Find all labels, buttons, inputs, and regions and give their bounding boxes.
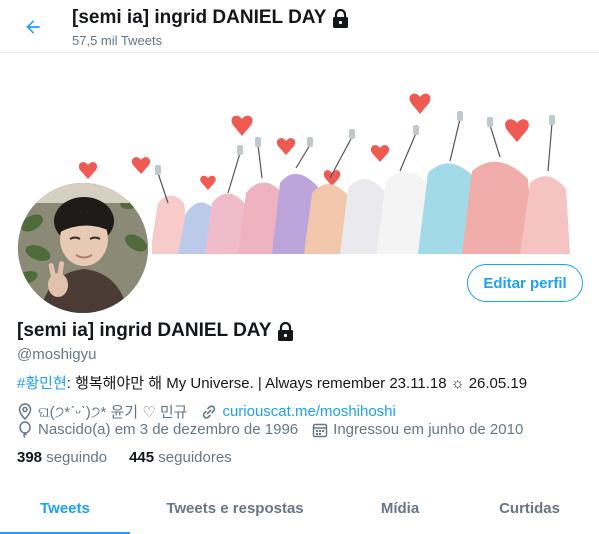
followers-link[interactable]: 445 seguidores [129,449,232,466]
bio-hashtag-link[interactable]: #황민현 [17,375,67,392]
edit-profile-button[interactable]: Editar perfil [467,264,583,302]
profile-website: curiouscat.me/moshihoshi [201,403,396,420]
profile-handle: @moshigyu [17,346,97,363]
profile-location-text: ଘ(੭*ˊᵕˋ)੭* 윤기 ♡ 민규 [38,404,188,421]
profile-bio: #황민현: 행복해야만 해 My Universe. | Always reme… [17,372,527,393]
tab-tweets-and-replies[interactable]: Tweets e respostas [130,482,340,534]
tweet-count: 57,5 mil Tweets [72,33,163,48]
profile-birthday-text: Nascido(a) em 3 de dezembro de 1996 [38,421,299,438]
profile-website-link[interactable]: curiouscat.me/moshihoshi [222,403,395,420]
link-icon [203,404,216,419]
profile-location: ଘ(੭*ˊᵕˋ)੭* 윤기 ♡ 민규 [17,401,187,422]
balloon-icon [19,421,31,438]
calendar-icon [312,423,328,437]
profile-name: [semi ia] ingrid DANIEL DAY [17,320,294,342]
following-label: seguindo [46,449,108,466]
page-title: [semi ia] ingrid DANIEL DAY [72,7,349,29]
arrow-left-icon [26,20,40,34]
profile-meta-row-2: Nascido(a) em 3 de dezembro de 1996 Ingr… [17,421,537,438]
page-title-text: [semi ia] ingrid DANIEL DAY [72,7,327,28]
profile-joined: Ingressou em junho de 2010 [312,421,523,438]
profile-joined-text: Ingressou em junho de 2010 [333,421,524,438]
tab-tweets[interactable]: Tweets [0,482,130,534]
followers-label: seguidores [158,449,232,466]
followers-count: 445 [129,449,155,466]
tab-media[interactable]: Mídia [340,482,460,534]
profile-name-text: [semi ia] ingrid DANIEL DAY [17,320,272,341]
profile-meta-row-1: ଘ(੭*ˊᵕˋ)੭* 윤기 ♡ 민규 curiouscat.me/moshiho… [17,401,410,422]
back-button[interactable] [18,12,48,42]
profile-birthday: Nascido(a) em 3 de dezembro de 1996 [17,421,298,438]
profile-tabs: Tweets Tweets e respostas Mídia Curtidas [0,482,599,534]
top-bar: [semi ia] ingrid DANIEL DAY 57,5 mil Twe… [0,0,599,53]
tab-likes[interactable]: Curtidas [460,482,599,534]
location-icon [18,403,32,420]
lock-icon [278,321,294,341]
following-link[interactable]: 398 seguindo [17,449,107,466]
following-count: 398 [17,449,43,466]
lock-icon [333,8,349,28]
avatar[interactable] [14,179,152,317]
bio-text: : 행복해야만 해 My Universe. | Always remember… [66,375,528,392]
follow-stats: 398 seguindo 445 seguidores [17,449,232,466]
